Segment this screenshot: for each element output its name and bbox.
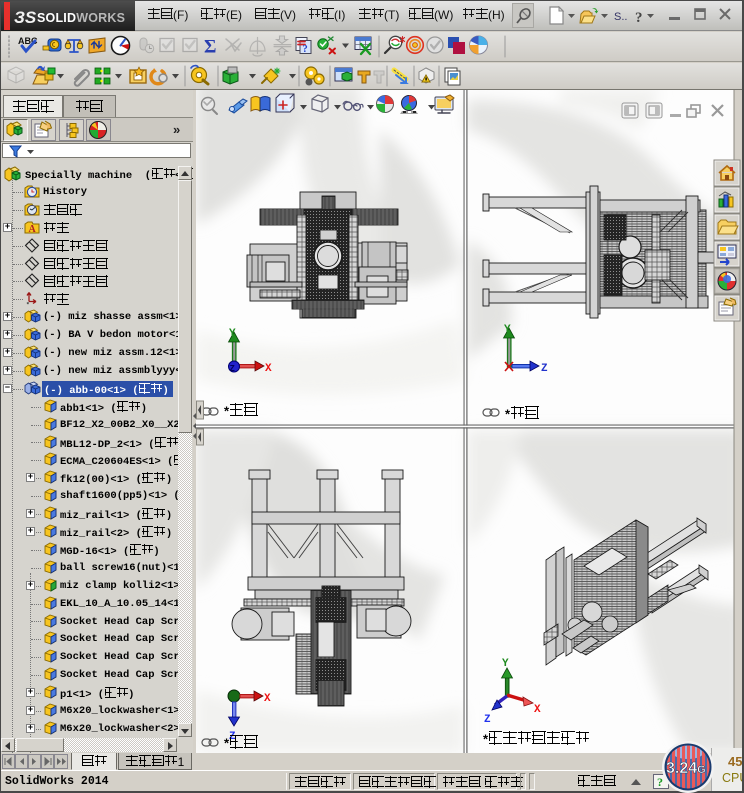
svg-text:Z: Z <box>484 714 491 726</box>
svg-text:X: X <box>264 693 271 705</box>
svg-text:Y: Y <box>229 328 236 340</box>
svg-text:A: A <box>29 224 37 235</box>
svg-text:SOLIDWORKS: SOLIDWORKS <box>37 11 125 25</box>
svg-text:Y: Y <box>502 658 509 670</box>
svg-text:?: ? <box>635 10 643 26</box>
svg-text:?: ? <box>303 44 308 55</box>
svg-text:Y: Y <box>504 324 511 336</box>
svg-text:ЗS: ЗS <box>14 8 37 27</box>
svg-text:X: X <box>265 363 272 375</box>
svg-text:Z: Z <box>541 363 548 375</box>
svg-text:Σ: Σ <box>204 37 216 58</box>
svg-text:Z: Z <box>230 364 235 374</box>
svg-text:S..: S.. <box>614 11 627 23</box>
svg-text:X: X <box>534 704 541 716</box>
